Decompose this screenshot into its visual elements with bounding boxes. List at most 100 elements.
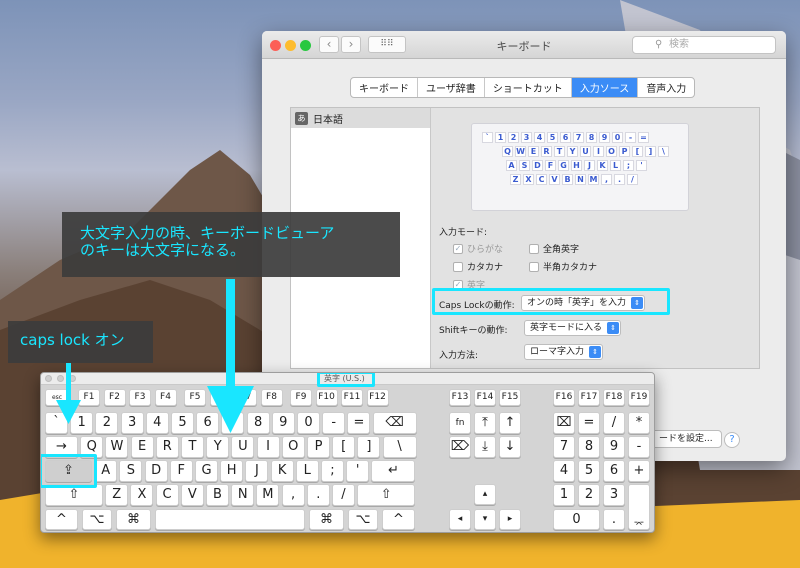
numpad-enter-key[interactable]: ⌤ — [628, 484, 650, 530]
command-key[interactable]: ⌘ — [116, 509, 151, 530]
arrow-up-key[interactable]: ▴ — [474, 484, 496, 505]
close-button[interactable] — [45, 375, 52, 382]
zoom-button[interactable] — [69, 375, 76, 382]
key[interactable]: E — [130, 436, 154, 458]
numpad-key[interactable]: 3 — [603, 484, 625, 506]
key-f15[interactable]: F15 — [499, 389, 521, 406]
key[interactable]: T — [181, 436, 204, 458]
nav-key[interactable]: ⌦ — [449, 436, 471, 458]
option-key[interactable]: ⌥ — [348, 509, 378, 530]
tab-input-sources[interactable]: 入力ソース — [571, 78, 639, 97]
key[interactable]: 8 — [246, 412, 270, 434]
key[interactable]: R — [155, 436, 179, 458]
return-key[interactable]: ↵ — [371, 460, 416, 482]
key-esc[interactable]: esc — [45, 389, 69, 406]
shift-key[interactable]: ⇧ — [357, 484, 416, 506]
key-f9[interactable]: F9 — [290, 389, 312, 406]
key[interactable]: V — [180, 484, 204, 506]
key[interactable]: A — [94, 460, 118, 482]
key[interactable]: L — [295, 460, 319, 482]
key[interactable]: M — [256, 484, 280, 506]
key-f11[interactable]: F11 — [341, 389, 363, 406]
input-method-popup[interactable]: ローマ字入力 ⇕ — [524, 344, 604, 360]
key[interactable]: D — [144, 460, 168, 482]
key[interactable]: I — [256, 436, 280, 458]
key[interactable]: 3 — [120, 412, 144, 434]
numpad-key[interactable]: ⌧ — [553, 412, 575, 434]
key[interactable]: B — [206, 484, 229, 506]
numpad-key[interactable]: 0 — [553, 509, 600, 530]
key[interactable]: P — [307, 436, 330, 458]
key[interactable]: - — [322, 412, 346, 434]
nav-key[interactable]: ↑ — [499, 412, 521, 434]
numpad-key[interactable]: 2 — [578, 484, 600, 506]
key[interactable]: C — [155, 484, 179, 506]
key[interactable]: 7 — [221, 412, 245, 434]
key[interactable]: U — [231, 436, 255, 458]
key[interactable]: X — [130, 484, 154, 506]
key[interactable]: S — [119, 460, 143, 482]
key-f8[interactable]: F8 — [260, 389, 283, 406]
key-f18[interactable]: F18 — [603, 389, 625, 406]
key[interactable]: 6 — [196, 412, 220, 434]
key[interactable]: Z — [105, 484, 129, 506]
key[interactable]: 1 — [70, 412, 94, 434]
key[interactable]: W — [105, 436, 129, 458]
key[interactable]: [ — [332, 436, 356, 458]
numpad-key[interactable]: = — [578, 412, 600, 434]
key[interactable]: = — [347, 412, 371, 434]
space-key[interactable] — [155, 509, 305, 530]
key[interactable]: ' — [346, 460, 370, 482]
tab-user-dictionary[interactable]: ユーザ辞書 — [418, 78, 485, 97]
list-item[interactable]: あ 日本語 — [291, 108, 430, 128]
numpad-key[interactable]: * — [628, 412, 650, 434]
mode-halfwidth-katakana-checkbox[interactable]: 半角カタカナ — [529, 260, 597, 273]
key[interactable]: 4 — [145, 412, 169, 434]
numpad-key[interactable]: 7 — [553, 436, 575, 458]
nav-key[interactable]: ⤓ — [474, 436, 496, 458]
key[interactable]: 9 — [271, 412, 295, 434]
nav-key[interactable]: ⤒ — [474, 412, 496, 434]
numpad-key[interactable]: 6 — [603, 460, 625, 482]
key[interactable]: . — [306, 484, 330, 506]
key[interactable]: 5 — [171, 412, 194, 434]
numpad-key[interactable]: 8 — [578, 436, 600, 458]
numpad-key[interactable]: 4 — [553, 460, 575, 482]
key[interactable]: 0 — [297, 412, 320, 434]
arrow-down-key[interactable]: ▾ — [474, 509, 496, 530]
key[interactable]: ] — [357, 436, 381, 458]
search-input[interactable]: ⚲ 検索 — [632, 36, 776, 54]
key-f12[interactable]: F12 — [366, 389, 389, 406]
control-key[interactable]: ^ — [382, 509, 415, 530]
key-f4[interactable]: F4 — [154, 389, 177, 406]
numpad-key[interactable]: 9 — [603, 436, 625, 458]
nav-key[interactable]: fn — [449, 412, 471, 434]
key[interactable]: F — [169, 460, 193, 482]
key-f2[interactable]: F2 — [103, 389, 126, 406]
key[interactable]: , — [281, 484, 305, 506]
shift-popup[interactable]: 英字モードに入る ⇕ — [524, 320, 622, 336]
tab-shortcuts[interactable]: ショートカット — [485, 78, 572, 97]
arrow-right-key[interactable]: ▸ — [499, 509, 521, 530]
nav-key[interactable]: ↓ — [499, 436, 521, 458]
key[interactable]: N — [231, 484, 255, 506]
key[interactable]: 2 — [95, 412, 119, 434]
key[interactable]: ; — [321, 460, 344, 482]
set-up-keyboard-button[interactable]: ードを設定... — [644, 430, 722, 448]
numpad-key[interactable]: . — [603, 509, 625, 530]
control-key[interactable]: ^ — [45, 509, 78, 530]
key-f13[interactable]: F13 — [449, 389, 471, 406]
key-f16[interactable]: F16 — [553, 389, 575, 406]
key-f6[interactable]: F6 — [209, 389, 232, 406]
key[interactable]: H — [220, 460, 244, 482]
tab-dictation[interactable]: 音声入力 — [638, 78, 694, 97]
mode-katakana-checkbox[interactable]: カタカナ — [453, 260, 503, 273]
help-button[interactable]: ? — [724, 432, 740, 448]
mode-fullwidth-roman-checkbox[interactable]: 全角英字 — [529, 242, 579, 255]
key-f3[interactable]: F3 — [129, 389, 151, 406]
minimize-button[interactable] — [57, 375, 64, 382]
key[interactable]: K — [270, 460, 294, 482]
option-key[interactable]: ⌥ — [82, 509, 112, 530]
numpad-key[interactable]: + — [628, 460, 650, 482]
key-f1[interactable]: F1 — [78, 389, 100, 406]
